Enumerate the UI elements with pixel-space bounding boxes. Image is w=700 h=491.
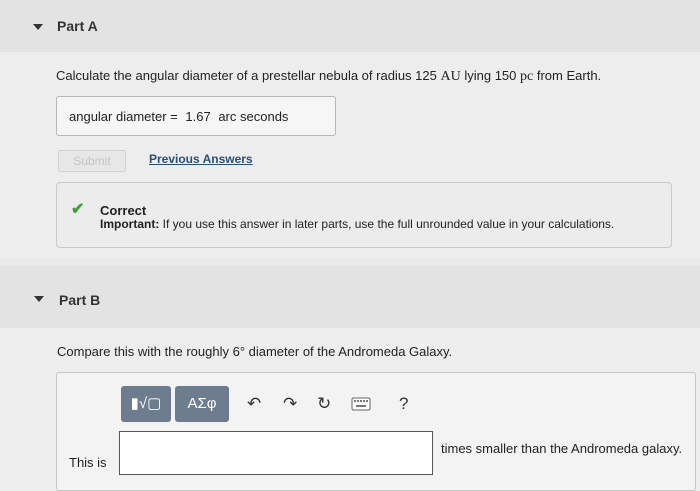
answer-unit: arc seconds <box>218 109 289 124</box>
part-b-header[interactable]: Part B <box>0 266 700 328</box>
feedback-title: Correct <box>100 203 147 218</box>
submit-button[interactable]: Submit <box>58 150 126 172</box>
answer-label: angular diameter = <box>69 109 178 124</box>
part-a-title: Part A <box>57 18 98 34</box>
previous-answers-link[interactable]: Previous Answers <box>149 152 253 166</box>
help-button[interactable]: ? <box>399 394 408 414</box>
collapse-caret-icon[interactable] <box>33 24 43 30</box>
feedback-correct-box: ✔ Correct Important: If you use this ans… <box>56 182 672 248</box>
reset-icon[interactable]: ↻ <box>317 394 331 414</box>
feedback-message: Important: If you use this answer in lat… <box>100 217 614 231</box>
undo-icon[interactable]: ↶ <box>247 394 261 414</box>
checkmark-icon: ✔ <box>71 201 85 218</box>
templates-button[interactable]: ▮√▢ <box>121 386 171 422</box>
keyboard-icon[interactable] <box>351 396 371 416</box>
unit-pc: pc <box>520 69 534 84</box>
question-text-end: from Earth. <box>536 68 602 83</box>
answer-prefix: This is <box>69 455 107 470</box>
part-a-answer-display: angular diameter = 1.67 arc seconds <box>56 96 336 136</box>
collapse-caret-icon[interactable] <box>34 296 44 302</box>
answer-input-panel: ▮√▢ ΑΣφ ↶ ↷ ↻ ? This is times smaller th… <box>56 372 696 491</box>
templates-icon: ▮√▢ <box>130 395 162 412</box>
answer-suffix: times smaller than the Andromeda galaxy. <box>441 441 683 456</box>
part-b-title: Part B <box>59 292 101 308</box>
important-message: If you use this answer in later parts, u… <box>162 217 615 231</box>
question-text: Calculate the angular diameter of a pres… <box>56 68 437 83</box>
part-a-question: Calculate the angular diameter of a pres… <box>56 68 601 85</box>
question-text-mid: lying 150 <box>464 68 517 83</box>
part-a-header[interactable]: Part A <box>0 0 700 52</box>
unit-au: AU <box>440 69 461 84</box>
important-label: Important: <box>100 217 160 231</box>
greek-symbols-button[interactable]: ΑΣφ <box>175 386 229 422</box>
part-b-question: Compare this with the roughly 6° diamete… <box>57 344 453 359</box>
redo-icon[interactable]: ↷ <box>283 394 297 414</box>
answer-value: 1.67 <box>185 109 211 124</box>
answer-input[interactable] <box>119 431 433 475</box>
greek-symbols-label: ΑΣφ <box>187 395 217 412</box>
